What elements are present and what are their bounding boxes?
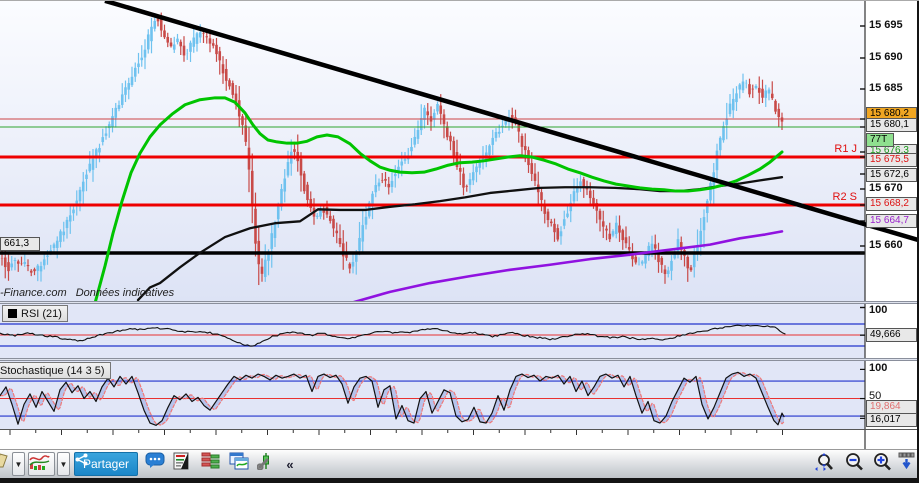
collapse-toolbar-button[interactable]: « xyxy=(283,452,297,476)
price-tick-label: 15 685 xyxy=(869,82,903,94)
price-tick-label: 15 660 xyxy=(869,239,903,251)
zoom-drag-icon xyxy=(815,453,833,471)
rsi-panel-label: RSI (21) xyxy=(21,307,62,320)
chat-button[interactable] xyxy=(145,452,169,476)
stoch-tick-100: 100 xyxy=(869,362,888,374)
stochastic-panel-tag[interactable]: Stochastique (14 3 5) xyxy=(0,362,111,379)
price-marker-box: 15 664,7 xyxy=(866,214,917,228)
watermark-source: -Finance.com xyxy=(0,287,67,299)
chart-windows-button[interactable] xyxy=(229,452,253,476)
zoom-out-icon xyxy=(846,453,863,471)
stochastic-panel[interactable]: Stochastique (14 3 5) 100 50 19,864 16,0… xyxy=(0,361,919,429)
pivot-r1-label: R1 J xyxy=(834,143,857,155)
market-depth-icon xyxy=(201,452,220,469)
price-marker-box: 15 668,2 xyxy=(866,197,917,211)
price-tick-label: 15 670 xyxy=(869,182,903,194)
main-price-chart[interactable]: -Finance.com Données indicatives R1 J R2… xyxy=(0,1,919,301)
bottom-black-bar xyxy=(0,478,919,483)
chart-windows-icon xyxy=(229,452,249,470)
chart-settings-button[interactable] xyxy=(257,452,281,476)
rsi-color-swatch xyxy=(8,309,17,318)
drawing-tool-icon xyxy=(0,453,8,468)
price-marker-box: 77T xyxy=(866,133,894,147)
price-marker-box: 15 672,6 xyxy=(866,168,917,182)
pivot-r2-label: R2 S xyxy=(832,191,857,203)
chart-style-icon xyxy=(29,455,50,470)
news-button[interactable] xyxy=(173,452,197,476)
drawing-tool-dropdown[interactable]: ▼ xyxy=(12,452,25,476)
zoom-drag-button[interactable] xyxy=(814,452,840,476)
price-tick-label: 15 695 xyxy=(869,19,903,31)
rsi-panel-tag[interactable]: RSI (21) xyxy=(2,305,68,322)
drawing-tool-button-partial[interactable] xyxy=(0,452,10,476)
price-tick-label: 15 690 xyxy=(869,51,903,63)
watermark: -Finance.com Données indicatives xyxy=(0,287,174,299)
market-depth-button[interactable] xyxy=(201,452,225,476)
chart-settings-icon xyxy=(257,453,269,470)
support-price-left-label: 661,3 xyxy=(0,237,40,251)
stoch-k-value-box: 16,017 xyxy=(866,413,917,427)
candlestick-chart-canvas[interactable] xyxy=(0,1,919,301)
chat-icon xyxy=(145,452,165,468)
rsi-panel[interactable]: RSI (21) 100 49,666 xyxy=(0,304,919,358)
price-marker-box: 15 680,1 xyxy=(866,118,917,132)
rsi-value-box: 49,666 xyxy=(866,328,917,342)
share-button-label: Partager xyxy=(83,457,130,471)
chart-style-dropdown[interactable]: ▼ xyxy=(57,452,70,476)
share-icon xyxy=(75,453,88,466)
price-marker-box: 15 675,5 xyxy=(866,153,917,167)
bottom-toolbar: ▼ ▼ Partager « xyxy=(0,449,919,478)
news-icon xyxy=(173,452,189,470)
zoom-in-button[interactable] xyxy=(871,452,897,476)
chart-style-button[interactable] xyxy=(28,452,55,476)
panel-layout-button[interactable] xyxy=(898,452,919,476)
rsi-chart-canvas[interactable] xyxy=(0,304,919,358)
panel-layout-icon xyxy=(898,452,915,469)
zoom-out-button[interactable] xyxy=(843,452,869,476)
watermark-note: Données indicatives xyxy=(75,287,175,299)
stochastic-panel-label: Stochastique (14 3 5) xyxy=(0,364,105,377)
stochastic-chart-canvas[interactable] xyxy=(0,361,919,429)
rsi-tick-100: 100 xyxy=(869,304,888,316)
trading-app-window: -Finance.com Données indicatives R1 J R2… xyxy=(0,0,919,483)
zoom-in-icon xyxy=(874,453,891,471)
stoch-d-value-box: 19,864 xyxy=(866,400,917,414)
share-button[interactable]: Partager xyxy=(74,452,139,476)
time-axis-ticks xyxy=(9,430,866,450)
time-axis: 15:4015:4415:4815:5215:5616:0016:0416:08… xyxy=(0,429,919,450)
